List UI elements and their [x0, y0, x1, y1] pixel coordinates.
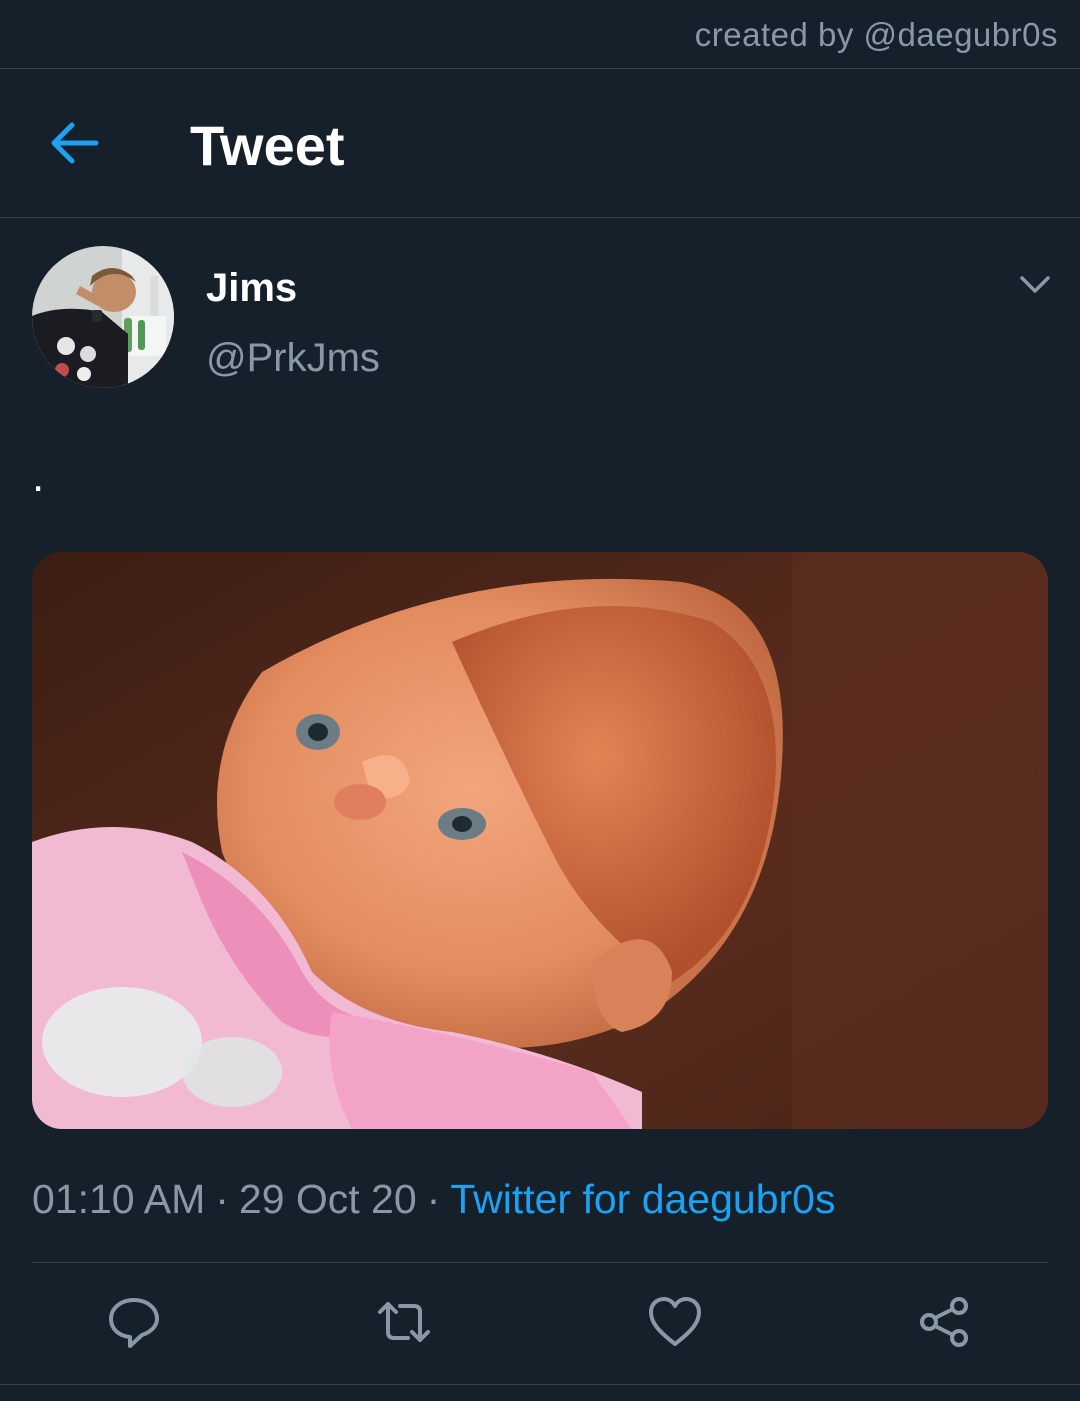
watermark-text: created by @daegubr0s [694, 16, 1058, 53]
heart-icon[interactable] [647, 1294, 703, 1350]
tweet-date: 29 Oct 20 [238, 1176, 417, 1222]
avatar[interactable] [32, 246, 174, 388]
avatar-photo [32, 246, 174, 388]
author-name[interactable]: Jims [206, 266, 297, 311]
watermark-bar: created by @daegubr0s [0, 0, 1080, 69]
tweet-time: 01:10 AM [32, 1176, 206, 1222]
divider [32, 1262, 1048, 1263]
top-bar: Tweet [0, 69, 1080, 218]
author-handle[interactable]: @PrkJms [206, 336, 380, 381]
arrow-left-icon[interactable] [48, 119, 100, 167]
page-title: Tweet [190, 114, 345, 177]
tweet-text: . [32, 452, 45, 501]
doll-photo [32, 552, 1048, 1129]
tweet-photo[interactable] [32, 552, 1048, 1129]
retweet-icon[interactable] [376, 1294, 432, 1350]
share-icon[interactable] [917, 1294, 973, 1350]
bottom-divider [0, 1384, 1080, 1385]
reply-icon[interactable] [106, 1294, 162, 1350]
meta-separator: · [426, 1176, 441, 1222]
tweet-meta: 01:10 AM · 29 Oct 20 · Twitter for daegubr0s [32, 1176, 835, 1223]
chevron-down-icon[interactable] [1016, 270, 1054, 300]
tweet-source-link[interactable]: Twitter for daegubr0s [450, 1176, 835, 1222]
meta-separator: · [215, 1176, 229, 1222]
